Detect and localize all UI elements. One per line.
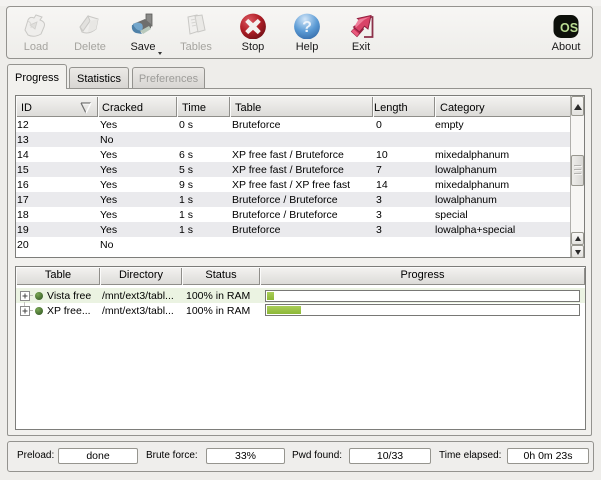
svg-text:OS: OS bbox=[560, 21, 578, 35]
svg-text:?: ? bbox=[302, 19, 312, 36]
